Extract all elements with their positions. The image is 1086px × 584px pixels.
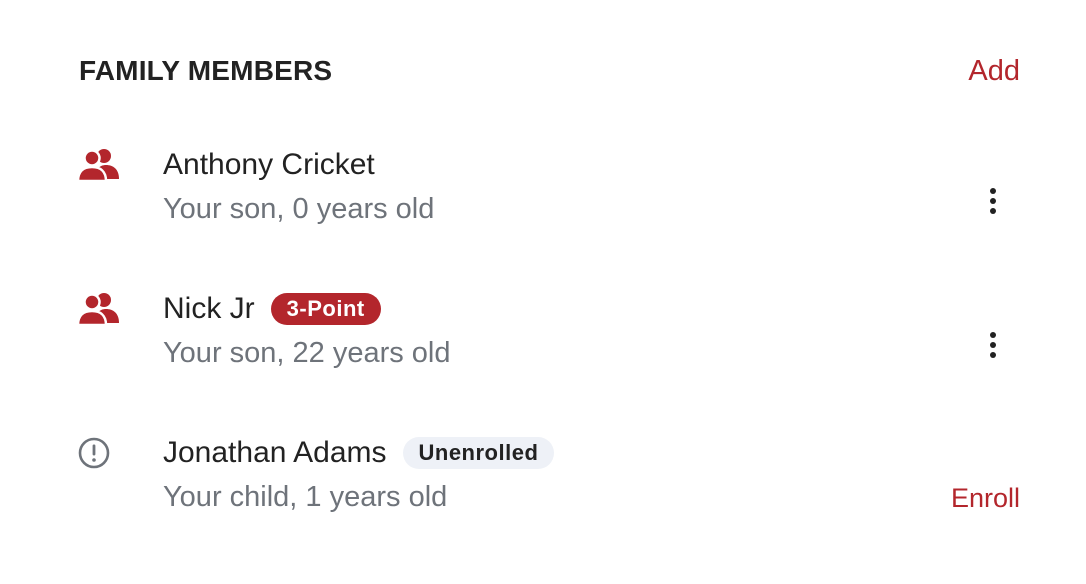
status-badge: Unenrolled [402, 437, 555, 469]
member-name: Anthony Cricket [163, 148, 375, 181]
member-subtitle: Your son, 0 years old [163, 193, 435, 225]
add-member-link[interactable]: Add [968, 55, 1020, 88]
alert-circle-icon [77, 435, 121, 471]
kebab-dot [990, 332, 996, 338]
section-header: FAMILY MEMBERS Add [79, 50, 1020, 92]
kebab-dot [990, 352, 996, 358]
more-options-button[interactable] [980, 185, 1004, 217]
people-icon [77, 291, 121, 327]
kebab-dot [990, 188, 996, 194]
member-subtitle: Your child, 1 years old [163, 481, 448, 513]
more-options-button[interactable] [980, 329, 1004, 361]
member-subtitle: Your son, 22 years old [163, 337, 451, 369]
member-name-line: Anthony Cricket [163, 145, 375, 185]
enroll-link[interactable]: Enroll [951, 483, 1020, 514]
status-badge: 3-Point [270, 293, 381, 325]
member-name-line: Jonathan Adams Unenrolled [163, 433, 555, 473]
member-name-line: Nick Jr 3-Point [163, 289, 381, 329]
member-row-anthony: Anthony Cricket Your son, 0 years old [77, 145, 1020, 245]
section-title: FAMILY MEMBERS [79, 55, 333, 86]
people-icon [77, 147, 121, 183]
kebab-dot [990, 342, 996, 348]
member-row-nick: Nick Jr 3-Point Your son, 22 years old [77, 289, 1020, 389]
member-row-jonathan: Jonathan Adams Unenrolled Your child, 1 … [77, 433, 1020, 533]
kebab-dot [990, 198, 996, 204]
member-name: Nick Jr [163, 292, 255, 325]
kebab-dot [990, 208, 996, 214]
member-name: Jonathan Adams [163, 436, 387, 469]
